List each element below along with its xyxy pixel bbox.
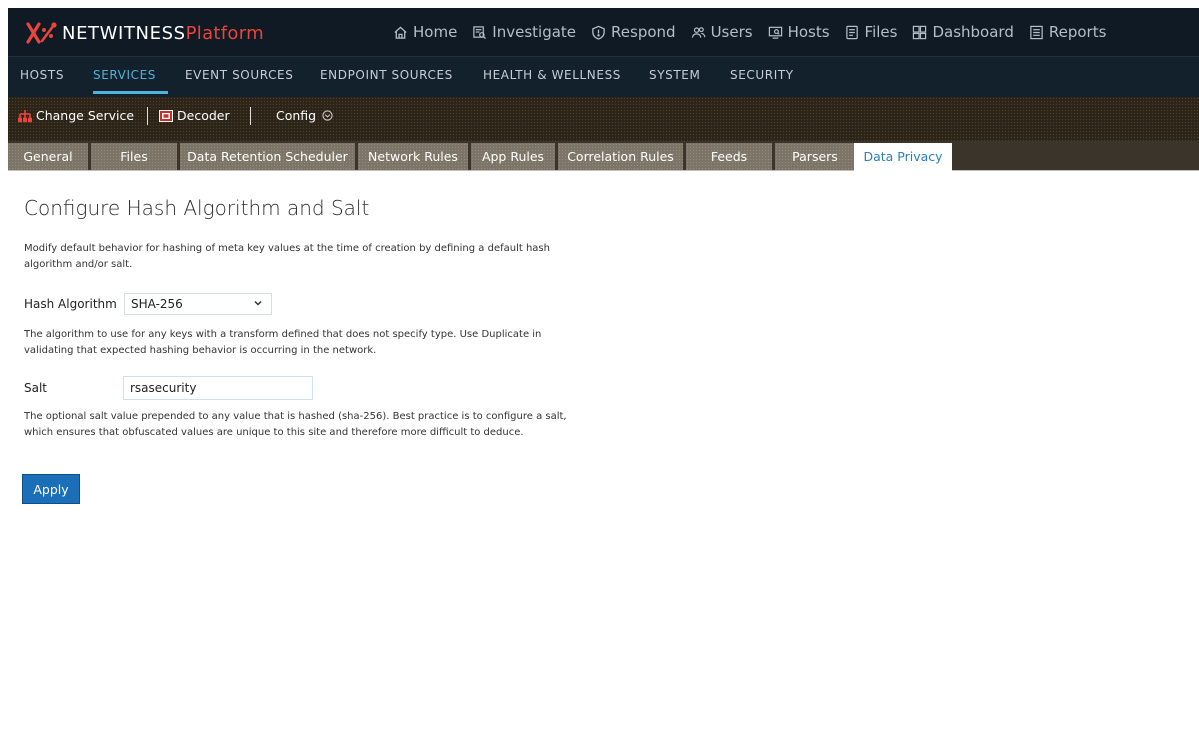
admin-nav-system[interactable]: SYSTEM [649,68,700,82]
nav-reports-label: Reports [1048,23,1107,41]
investigate-icon [473,25,487,39]
brand-name: NETWITNESS [62,22,186,44]
change-service-icon [18,109,32,122]
nav-respond[interactable]: Respond [591,23,676,41]
salt-help: The optional salt value prepended to any… [24,411,567,438]
tab-network-rules[interactable]: Network Rules [358,143,468,170]
page-title: Configure Hash Algorithm and Salt [24,196,370,220]
admin-nav-security[interactable]: SECURITY [730,68,794,82]
change-service-button[interactable]: Change Service [18,108,134,123]
toolbar-divider [147,107,148,125]
hash-algorithm-select[interactable]: SHA-256 [124,293,272,315]
salt-input[interactable] [123,376,313,400]
dashboard-icon [913,25,927,39]
nav-reports[interactable]: Reports [1029,23,1107,41]
admin-nav-endpoint-sources[interactable]: ENDPOINT SOURCES [320,68,453,82]
change-service-label: Change Service [36,108,135,123]
tab-parsers[interactable]: Parsers [775,143,855,170]
tab-correlation-rules[interactable]: Correlation Rules [558,143,683,170]
nav-hosts-label: Hosts [787,23,830,41]
hash-algorithm-value: SHA-256 [131,297,183,311]
tab-files[interactable]: Files [91,143,177,170]
admin-navigation: HOSTS SERVICES EVENT SOURCES ENDPOINT SO… [8,56,1199,97]
tab-data-privacy[interactable]: Data Privacy [854,143,952,171]
admin-nav-services[interactable]: SERVICES [93,68,156,82]
admin-nav-hosts[interactable]: HOSTS [20,68,64,82]
nav-dashboard[interactable]: Dashboard [912,23,1014,41]
users-icon [691,26,706,38]
chevron-down-circle-icon [322,110,333,121]
active-nav-underline [93,91,168,94]
nav-dashboard-label: Dashboard [932,23,1014,41]
intro-description: Modify default behavior for hashing of m… [24,243,550,270]
files-icon [845,25,858,39]
nav-users-label: Users [710,23,753,41]
apply-button[interactable]: Apply [22,474,80,504]
nav-hosts[interactable]: Hosts [768,23,830,41]
home-icon [394,25,407,39]
decoder-label: Decoder [177,108,230,123]
nav-investigate-label: Investigate [492,23,577,41]
admin-nav-health-wellness[interactable]: HEALTH & WELLNESS [483,68,621,82]
tab-app-rules[interactable]: App Rules [471,143,555,170]
main-navigation: Home Investigate Respond Users Hosts Fil… [393,8,1121,56]
tab-feeds[interactable]: Feeds [686,143,772,170]
nav-files[interactable]: Files [845,23,898,41]
decoder-icon [159,109,173,122]
nav-files-label: Files [864,23,898,41]
nav-respond-label: Respond [611,23,676,41]
nav-home-label: Home [413,23,458,41]
nav-investigate[interactable]: Investigate [472,23,576,41]
service-toolbar: Change Service Decoder Config [8,97,1199,141]
tab-general[interactable]: General [8,143,88,170]
tab-data-retention-scheduler[interactable]: Data Retention Scheduler [180,143,355,170]
netwitness-logo[interactable]: NETWITNESS Platform [24,20,264,46]
reports-icon [1030,25,1043,39]
decoder-service[interactable]: Decoder [159,108,230,123]
nav-home[interactable]: Home [393,23,457,41]
hosts-icon [768,26,782,39]
brand-suffix: Platform [185,22,264,44]
nav-users[interactable]: Users [691,23,753,41]
config-label: Config [276,108,317,123]
config-tabs: General Files Data Retention Scheduler N… [8,141,1199,171]
respond-icon [592,25,605,40]
hash-algorithm-label: Hash Algorithm [24,297,117,311]
config-menu[interactable]: Config [276,108,333,123]
chevron-down-icon [254,300,262,306]
salt-label: Salt [24,381,48,395]
netwitness-logo-icon [26,22,57,44]
toolbar-divider [250,107,251,125]
top-navigation-bar: NETWITNESS Platform Home Investigate Resp… [8,8,1199,56]
admin-nav-event-sources[interactable]: EVENT SOURCES [185,68,293,82]
hash-algorithm-help: The algorithm to use for any keys with a… [24,329,542,356]
